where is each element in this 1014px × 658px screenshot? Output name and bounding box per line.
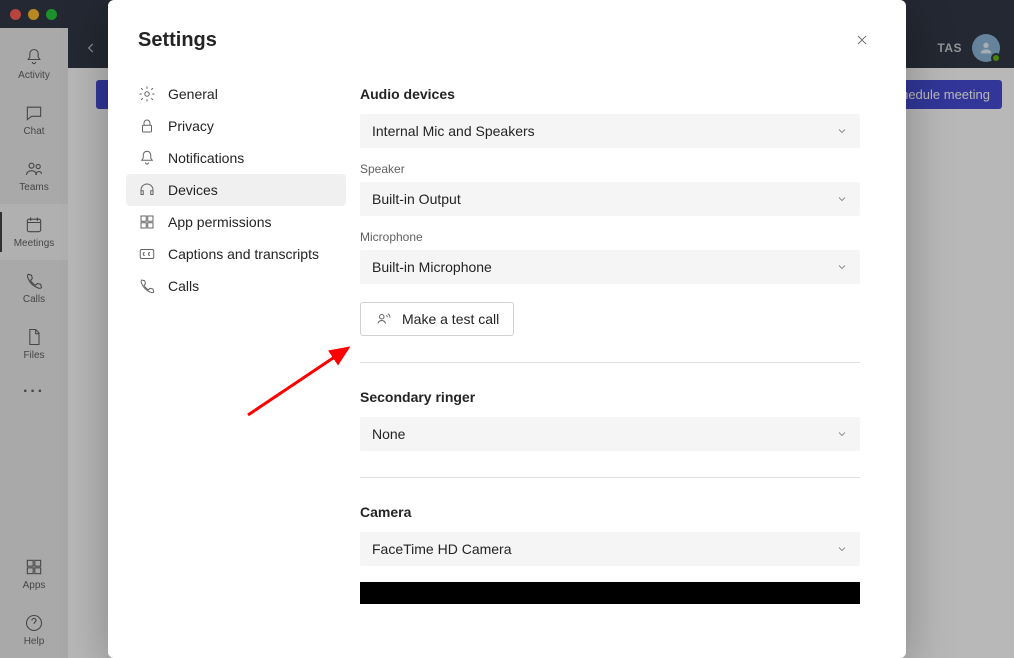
close-button[interactable] (848, 26, 876, 54)
chevron-down-icon (836, 193, 848, 205)
cc-icon (138, 245, 156, 263)
speaker-label: Speaker (360, 162, 860, 176)
modal-header: Settings (108, 0, 906, 72)
gear-icon (138, 85, 156, 103)
chevron-down-icon (836, 428, 848, 440)
speaker-select[interactable]: Built-in Output (360, 182, 860, 216)
secondary-ringer-select[interactable]: None (360, 417, 860, 451)
camera-title: Camera (360, 504, 860, 520)
chevron-down-icon (836, 261, 848, 273)
nav-devices[interactable]: Devices (126, 174, 346, 206)
camera-select[interactable]: FaceTime HD Camera (360, 532, 860, 566)
make-test-call-button[interactable]: Make a test call (360, 302, 514, 336)
modal-overlay: Settings General Privacy Notifications (0, 0, 1014, 658)
select-value: Internal Mic and Speakers (372, 123, 535, 139)
nav-label: Captions and transcripts (168, 246, 319, 262)
nav-label: General (168, 86, 218, 102)
modal-title: Settings (138, 29, 217, 52)
chevron-down-icon (836, 543, 848, 555)
divider (360, 477, 860, 478)
chevron-down-icon (836, 125, 848, 137)
nav-label: Devices (168, 182, 218, 198)
headset-icon (138, 181, 156, 199)
nav-calls[interactable]: Calls (126, 270, 346, 302)
nav-app-permissions[interactable]: App permissions (126, 206, 346, 238)
microphone-label: Microphone (360, 230, 860, 244)
close-icon (855, 33, 869, 47)
audio-devices-select[interactable]: Internal Mic and Speakers (360, 114, 860, 148)
nav-notifications[interactable]: Notifications (126, 142, 346, 174)
bell-icon (138, 149, 156, 167)
redacted-preview (360, 582, 860, 604)
settings-modal: Settings General Privacy Notifications (108, 0, 906, 658)
button-label: Make a test call (402, 311, 499, 327)
grid-icon (138, 213, 156, 231)
audio-devices-title: Audio devices (360, 86, 860, 102)
settings-nav: General Privacy Notifications Devices Ap… (126, 72, 346, 658)
secondary-ringer-title: Secondary ringer (360, 389, 860, 405)
select-value: None (372, 426, 405, 442)
select-value: FaceTime HD Camera (372, 541, 512, 557)
nav-general[interactable]: General (126, 78, 346, 110)
nav-captions[interactable]: Captions and transcripts (126, 238, 346, 270)
select-value: Built-in Microphone (372, 259, 492, 275)
select-value: Built-in Output (372, 191, 461, 207)
settings-pane: Audio devices Internal Mic and Speakers … (346, 72, 894, 658)
nav-label: Privacy (168, 118, 214, 134)
nav-label: Calls (168, 278, 199, 294)
microphone-select[interactable]: Built-in Microphone (360, 250, 860, 284)
nav-label: Notifications (168, 150, 244, 166)
nav-label: App permissions (168, 214, 272, 230)
nav-privacy[interactable]: Privacy (126, 110, 346, 142)
test-call-icon (375, 310, 393, 328)
divider (360, 362, 860, 363)
phone-icon (138, 277, 156, 295)
lock-icon (138, 117, 156, 135)
